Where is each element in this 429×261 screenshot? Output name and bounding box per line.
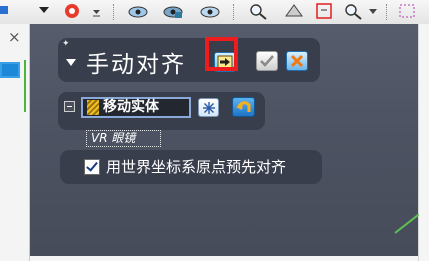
vr-glasses-label[interactable]: VR 眼镜: [86, 130, 161, 147]
grid-icon[interactable]: [398, 2, 418, 20]
reset-button[interactable]: [198, 98, 219, 117]
cancel-x-icon: [290, 54, 304, 68]
toolbar-separator: [233, 4, 235, 20]
highlight-box: [205, 37, 238, 71]
pre-align-label[interactable]: 用世界坐标系原点预先对齐: [106, 158, 286, 176]
rotate-red-icon[interactable]: [62, 2, 82, 20]
manual-align-panel: ✦ 手动对齐: [58, 38, 320, 82]
cancel-button[interactable]: [286, 51, 308, 71]
undo-button[interactable]: [232, 97, 255, 117]
toolbar-separator: [113, 4, 115, 20]
dropdown-arrow-icon[interactable]: [88, 2, 108, 20]
move-entity-button[interactable]: 移动实体: [81, 97, 191, 118]
eye-show-icon[interactable]: [200, 2, 220, 20]
tree-connector-line: [24, 60, 26, 112]
top-toolbar: [0, 0, 429, 25]
panel-title: 手动对齐: [86, 52, 186, 78]
ok-button[interactable]: [256, 51, 278, 71]
dropdown-arrow-icon[interactable]: [34, 2, 54, 20]
pre-align-checkbox[interactable]: [84, 159, 100, 175]
toolbar-separator: [386, 4, 388, 20]
zoom-out-icon[interactable]: [343, 2, 363, 20]
pin-icon[interactable]: ✦: [62, 39, 70, 48]
right-border: [418, 24, 429, 261]
collapse-triangle-icon[interactable]: [66, 59, 76, 66]
zoom-box-icon[interactable]: [314, 2, 334, 20]
bottom-border: [30, 256, 418, 261]
snowflake-icon: [202, 101, 215, 114]
eye-hide-icon[interactable]: [163, 2, 183, 20]
left-pane: ×: [0, 24, 30, 261]
move-entity-icon: [87, 100, 99, 115]
eye-view-icon[interactable]: [128, 2, 148, 20]
move-entity-label: 移动实体: [103, 99, 159, 115]
close-icon[interactable]: ×: [8, 30, 21, 45]
zoom-icon[interactable]: [248, 2, 268, 20]
selected-item-swatch[interactable]: [0, 62, 20, 78]
collapse-toggle[interactable]: [64, 101, 75, 112]
check-mark-icon: [86, 159, 98, 172]
option-panel: 用世界坐标系原点预先对齐: [60, 150, 322, 184]
move-entity-panel: 移动实体: [58, 92, 265, 130]
toolbar-arrow-icon[interactable]: [0, 2, 12, 20]
undo-icon: [235, 101, 250, 112]
pan-icon[interactable]: [284, 2, 304, 20]
dropdown-arrow-icon[interactable]: [364, 2, 384, 20]
checkmark-icon: [260, 55, 274, 67]
